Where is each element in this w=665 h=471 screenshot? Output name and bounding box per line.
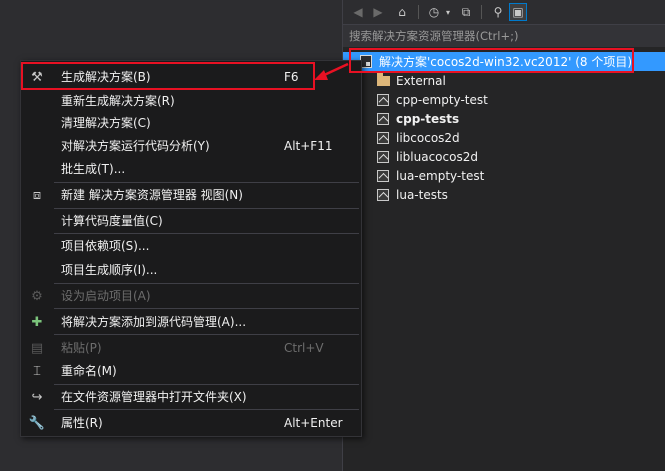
menu-item-shortcut: Ctrl+V bbox=[284, 341, 324, 355]
menu-item-project-dependencies[interactable]: 项目依赖项(S)... bbox=[21, 234, 361, 258]
menu-item-label: 对解决方案运行代码分析(Y) bbox=[61, 139, 210, 153]
menu-separator bbox=[54, 334, 359, 335]
new-view-icon: ⧈ bbox=[32, 187, 42, 203]
menu-item-label: 重新生成解决方案(R) bbox=[61, 94, 175, 108]
solution-explorer-toolbar: ◀ ▶ ⌂ ◷ ▾ ⧉ ⚲ ▣ bbox=[343, 0, 665, 25]
properties-icon[interactable]: ⚲ bbox=[489, 3, 507, 21]
menu-item-properties[interactable]: 🔧 属性(R) Alt+Enter bbox=[21, 411, 361, 435]
menu-item-label: 生成解决方案(B) bbox=[61, 70, 151, 84]
menu-item-new-view[interactable]: ⧈ 新建 解决方案资源管理器 视图(N) bbox=[21, 183, 361, 207]
project-icon bbox=[376, 93, 390, 107]
folder-icon bbox=[376, 72, 390, 88]
show-all-files-icon[interactable]: ▣ bbox=[509, 3, 527, 21]
tree-item-label: libluacocos2d bbox=[396, 149, 478, 164]
solution-explorer-search-input[interactable]: 搜索解决方案资源管理器(Ctrl+;) bbox=[343, 25, 665, 47]
tree-item-cpp-tests[interactable]: cpp-tests bbox=[343, 109, 665, 128]
project-icon bbox=[376, 150, 390, 164]
tree-item-label: lua-tests bbox=[396, 187, 448, 202]
ide-window: ◀ ▶ ⌂ ◷ ▾ ⧉ ⚲ ▣ 搜索解决方案资源管理器(Ctrl+;) 解决方案… bbox=[0, 0, 665, 471]
menu-item-build-order[interactable]: 项目生成顺序(I)... bbox=[21, 258, 361, 282]
annotation-arrow bbox=[314, 62, 349, 80]
build-icon: ⚒ bbox=[31, 69, 43, 85]
back-icon[interactable]: ◀ bbox=[349, 3, 367, 21]
menu-item-label: 项目生成顺序(I)... bbox=[61, 263, 158, 277]
tree-item-lua-tests[interactable]: lua-tests bbox=[343, 185, 665, 204]
solution-label: 解决方案'cocos2d-win32.vc2012' (8 个项目) bbox=[379, 55, 633, 69]
menu-item-clean-solution[interactable]: 清理解决方案(C) bbox=[21, 111, 361, 135]
menu-item-shortcut: F6 bbox=[284, 70, 299, 84]
menu-item-set-startup[interactable]: ⚙ 设为启动项目(A) bbox=[21, 284, 361, 308]
menu-item-add-source-control[interactable]: ✚ 将解决方案添加到源代码管理(A)... bbox=[21, 310, 361, 334]
tree-item-libcocos2d[interactable]: libcocos2d bbox=[343, 128, 665, 147]
menu-separator bbox=[54, 409, 359, 410]
menu-item-label: 设为启动项目(A) bbox=[61, 289, 151, 303]
menu-item-open-folder[interactable]: ↪ 在文件资源管理器中打开文件夹(X) bbox=[21, 385, 361, 409]
dropdown-icon[interactable]: ▾ bbox=[443, 3, 453, 21]
menu-item-shortcut: Alt+Enter bbox=[284, 416, 343, 430]
menu-item-label: 新建 解决方案资源管理器 视图(N) bbox=[61, 188, 243, 202]
history-icon[interactable]: ◷ bbox=[425, 3, 443, 21]
menu-separator bbox=[54, 308, 359, 309]
context-menu: ⚒ 生成解决方案(B) F6 重新生成解决方案(R) 清理解决方案(C) 对解决… bbox=[20, 60, 362, 437]
solution-explorer-panel: ◀ ▶ ⌂ ◷ ▾ ⧉ ⚲ ▣ 搜索解决方案资源管理器(Ctrl+;) 解决方案… bbox=[342, 0, 665, 471]
menu-item-label: 粘贴(P) bbox=[61, 341, 102, 355]
paste-icon: ▤ bbox=[30, 340, 44, 356]
source-control-icon: ✚ bbox=[31, 314, 43, 330]
forward-icon[interactable]: ▶ bbox=[369, 3, 387, 21]
tree-item-libluacocos2d[interactable]: libluacocos2d bbox=[343, 147, 665, 166]
tree-item-label: lua-empty-test bbox=[396, 168, 485, 183]
solution-node[interactable]: 解决方案'cocos2d-win32.vc2012' (8 个项目) bbox=[343, 52, 665, 71]
tree-item-external[interactable]: External bbox=[343, 71, 665, 90]
menu-item-batch-build[interactable]: 批生成(T)... bbox=[21, 157, 361, 181]
tree-item-label: libcocos2d bbox=[396, 130, 460, 145]
project-icon bbox=[376, 131, 390, 145]
menu-item-paste[interactable]: ▤ 粘贴(P) Ctrl+V bbox=[21, 336, 361, 360]
wrench-icon: 🔧 bbox=[28, 415, 46, 431]
project-icon bbox=[376, 112, 390, 126]
menu-item-label: 批生成(T)... bbox=[61, 162, 126, 176]
collapse-all-icon[interactable]: ⧉ bbox=[457, 3, 475, 21]
menu-item-rename[interactable]: ⌶ 重命名(M) bbox=[21, 359, 361, 383]
gear-icon: ⚙ bbox=[31, 288, 43, 304]
menu-item-label: 清理解决方案(C) bbox=[61, 116, 151, 130]
menu-item-label: 重命名(M) bbox=[61, 364, 117, 378]
menu-item-label: 在文件资源管理器中打开文件夹(X) bbox=[61, 390, 247, 404]
menu-item-code-metrics[interactable]: 计算代码度量值(C) bbox=[21, 209, 361, 233]
menu-item-shortcut: Alt+F11 bbox=[284, 139, 333, 153]
tree-item-lua-empty-test[interactable]: lua-empty-test bbox=[343, 166, 665, 185]
menu-item-label: 将解决方案添加到源代码管理(A)... bbox=[61, 315, 247, 329]
tree-item-label: cpp-empty-test bbox=[396, 92, 488, 107]
menu-item-rebuild-solution[interactable]: 重新生成解决方案(R) bbox=[21, 89, 361, 113]
open-folder-icon: ↪ bbox=[31, 389, 43, 405]
menu-item-label: 项目依赖项(S)... bbox=[61, 239, 150, 253]
project-icon bbox=[376, 169, 390, 183]
menu-item-label: 计算代码度量值(C) bbox=[61, 214, 163, 228]
tree-item-label: cpp-tests bbox=[396, 111, 460, 126]
tree-item-cpp-empty-test[interactable]: cpp-empty-test bbox=[343, 90, 665, 109]
project-icon bbox=[376, 188, 390, 202]
home-icon[interactable]: ⌂ bbox=[393, 3, 411, 21]
menu-item-run-code-analysis[interactable]: 对解决方案运行代码分析(Y) Alt+F11 bbox=[21, 134, 361, 158]
rename-icon: ⌶ bbox=[33, 363, 41, 379]
tree-item-label: External bbox=[396, 73, 446, 88]
menu-item-label: 属性(R) bbox=[61, 416, 103, 430]
